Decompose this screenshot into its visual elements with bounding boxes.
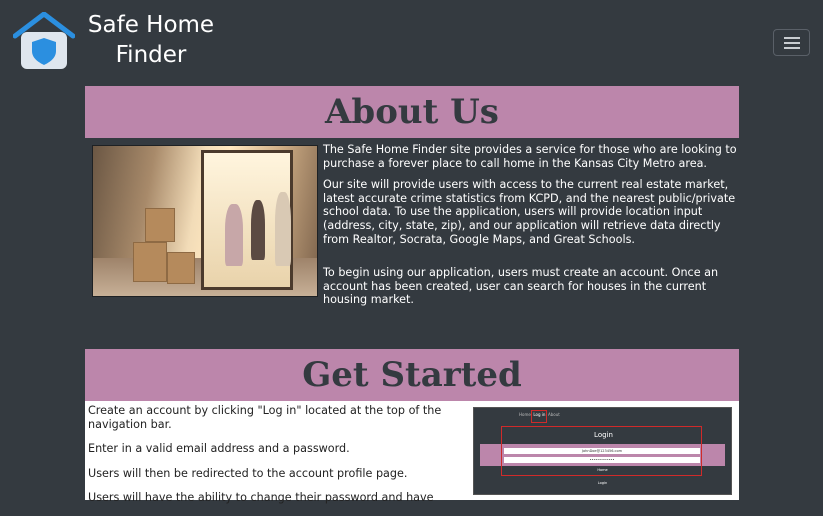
instruction-paragraph: Enter in a valid email address and a pas… — [88, 442, 350, 456]
login-screenshot-image: Home Log in About Login JohnDoe@123456.c… — [473, 407, 732, 495]
about-us-heading: About Us — [85, 86, 739, 138]
photo-person — [225, 204, 243, 266]
brand-line-2: Finder — [115, 42, 187, 68]
house-shield-logo-icon[interactable] — [12, 11, 76, 70]
photo-person — [275, 192, 291, 266]
navbar: Safe Home Finder — [0, 0, 823, 84]
get-started-heading: Get Started — [85, 349, 739, 401]
hamburger-menu-icon — [784, 37, 800, 39]
hamburger-bar — [784, 42, 800, 44]
screenshot-login-button: Login — [480, 479, 725, 487]
hamburger-menu-button[interactable] — [773, 29, 810, 56]
family-moving-photo — [92, 145, 318, 297]
login-highlight-box — [531, 410, 547, 423]
get-started-instructions: Create an account by clicking "Log in" l… — [88, 404, 458, 516]
photo-box — [167, 252, 195, 284]
instruction-paragraph: Create an account by clicking "Log in" l… — [88, 404, 442, 431]
instruction-paragraph: Users will have the ability to change th… — [88, 491, 434, 505]
photo-person — [251, 200, 265, 260]
instruction-paragraph: Users will then be redirected to the acc… — [88, 466, 408, 480]
screenshot-nav-home: Home — [519, 412, 531, 417]
hamburger-bar — [784, 47, 800, 49]
photo-box — [133, 242, 167, 282]
form-highlight-box — [501, 426, 702, 476]
screenshot-nav-about: About — [547, 412, 560, 417]
brand-title[interactable]: Safe Home Finder — [80, 10, 222, 70]
photo-box — [145, 208, 175, 242]
brand-line-1: Safe Home — [87, 12, 215, 38]
get-started-panel: Create an account by clicking "Log in" l… — [85, 401, 739, 504]
about-section: The Safe Home Finder site provides a ser… — [88, 143, 738, 315]
